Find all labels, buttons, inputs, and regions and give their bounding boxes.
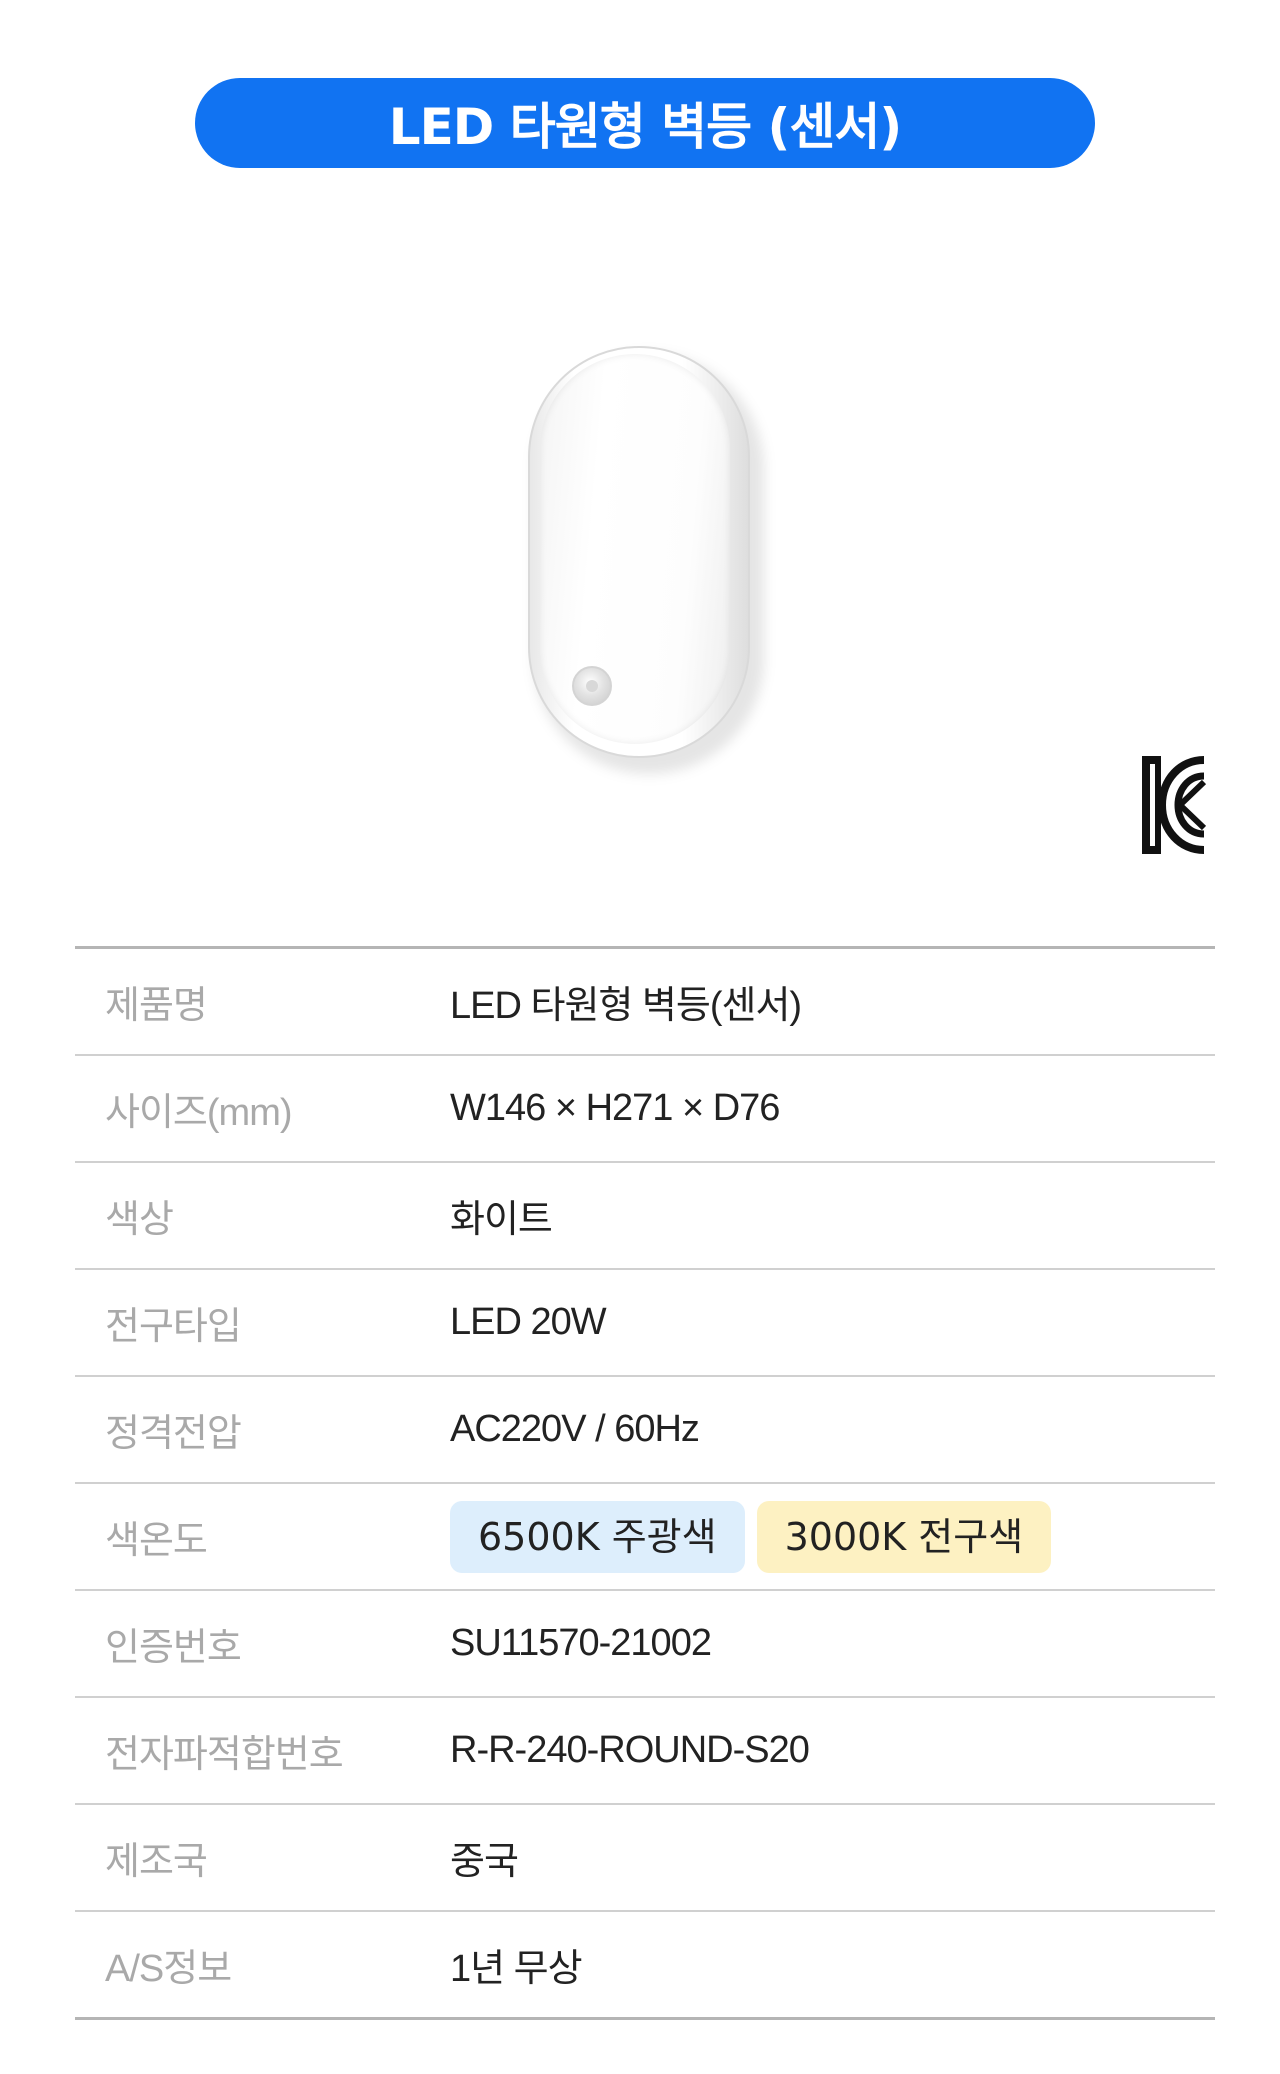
table-row: 전자파적합번호 R-R-240-ROUND-S20 <box>75 1698 1215 1805</box>
spec-label: 제품명 <box>105 985 208 1027</box>
sensor-lens <box>586 680 598 692</box>
table-row: 색상 화이트 <box>75 1163 1215 1270</box>
spec-label: 전자파적합번호 <box>105 1734 344 1776</box>
spec-value: AC220V / 60Hz <box>450 1408 700 1450</box>
table-row: 색온도 6500K 주광색 3000K 전구색 <box>75 1484 1215 1591</box>
motion-sensor-icon <box>572 666 612 706</box>
table-row: 제조국 중국 <box>75 1805 1215 1912</box>
kc-mark-icon <box>1142 756 1207 854</box>
spec-value: 화이트 <box>450 1199 553 1241</box>
table-row: A/S정보 1년 무상 <box>75 1912 1215 2020</box>
spec-value: W146 × H271 × D76 <box>450 1087 780 1129</box>
table-row: 인증번호 SU11570-21002 <box>75 1591 1215 1698</box>
table-row: 전구타입 LED 20W <box>75 1270 1215 1377</box>
spec-value: R-R-240-ROUND-S20 <box>450 1729 810 1771</box>
product-image <box>520 340 770 780</box>
spec-value: 중국 <box>450 1841 519 1883</box>
table-row: 사이즈(mm) W146 × H271 × D76 <box>75 1056 1215 1163</box>
lamp-cover <box>540 354 730 744</box>
spec-table: 제품명 LED 타원형 벽등(센서) 사이즈(mm) W146 × H271 ×… <box>75 946 1215 2020</box>
chip-daylight: 6500K 주광색 <box>450 1500 745 1573</box>
chip-warm-white: 3000K 전구색 <box>756 1500 1052 1573</box>
spec-label: 정격전압 <box>105 1413 242 1455</box>
spec-label: 색상 <box>105 1199 174 1241</box>
spec-value: 1년 무상 <box>450 1948 583 1990</box>
page-title-banner: LED 타원형 벽등 (센서) <box>195 78 1095 168</box>
spec-label: 제조국 <box>105 1841 208 1883</box>
spec-value: LED 20W <box>450 1301 607 1343</box>
spec-value: LED 타원형 벽등(센서) <box>450 985 802 1027</box>
spec-label: A/S정보 <box>105 1948 232 1990</box>
spec-label: 인증번호 <box>105 1627 242 1669</box>
spec-value: SU11570-21002 <box>450 1622 712 1664</box>
spec-label: 색온도 <box>105 1520 208 1562</box>
table-row: 제품명 LED 타원형 벽등(센서) <box>75 949 1215 1056</box>
spec-label: 전구타입 <box>105 1306 242 1348</box>
page-title: LED 타원형 벽등 (센서) <box>388 98 902 156</box>
color-temperature-chips: 6500K 주광색 3000K 전구색 <box>450 1500 1063 1573</box>
spec-label: 사이즈(mm) <box>105 1092 292 1134</box>
table-row: 정격전압 AC220V / 60Hz <box>75 1377 1215 1484</box>
